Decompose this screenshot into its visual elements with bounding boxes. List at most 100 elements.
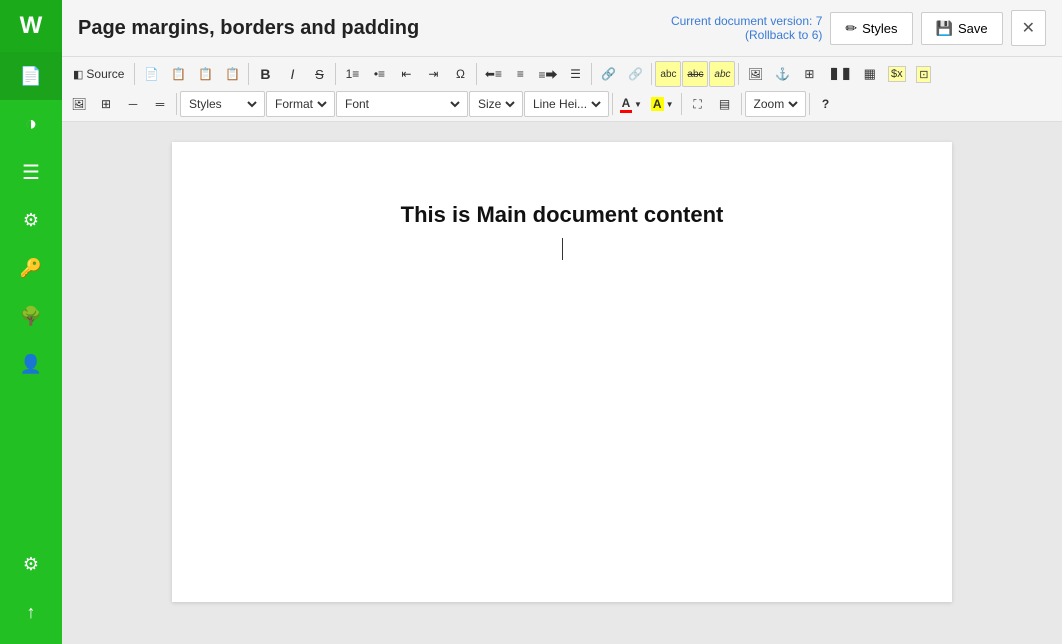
new-doc-button[interactable]: 📄 [138,61,164,87]
expand-button[interactable]: ⛶ [685,91,711,117]
format-select[interactable]: Format Bold Italic [271,96,330,112]
toolbar-row-1: ◧ Source 📄 📋 📋 📋 B I S 1≡ •≡ ⇤ [66,59,1058,89]
link-icon: 🔗 [601,67,616,81]
pencil-icon: ✏ [845,20,857,37]
editor-page[interactable]: This is Main document content [172,142,952,602]
version-info[interactable]: Current document version: 7 (Rollback to… [671,14,822,42]
styles-dropdown[interactable]: Styles Normal Heading 1 Heading 2 [180,91,265,117]
font-select[interactable]: Font Arial Times New Roman [341,96,463,112]
save-button[interactable]: 💾 Save [921,12,1003,45]
help-button[interactable]: ? [813,91,839,117]
source-button[interactable]: ◧ Source [66,61,131,87]
floppy-icon: 💾 [936,20,953,37]
line-height-dropdown[interactable]: Line Hei... 1 1.5 2 [524,91,609,117]
align-center-button[interactable]: ≡ [507,61,533,87]
zoom-dropdown[interactable]: Zoom 50% 75% 100% 125% 150% [745,91,806,117]
image-button[interactable]: 🖼 [742,61,768,87]
highlight-color-icon: A [651,97,664,111]
ordered-list-button[interactable]: 1≡ [339,61,365,87]
strikethrough-button[interactable]: S [306,61,332,87]
sidebar-item-settings2[interactable]: ⚙ [0,540,62,588]
app-logo: W [0,0,62,52]
outdent-button[interactable]: ⇤ [393,61,419,87]
blocks-icon: ▤ [719,97,730,111]
sidebar-item-settings[interactable]: ⚙ [0,196,62,244]
special-char-button[interactable]: Ω [447,61,473,87]
highlight-btn-3[interactable]: abc [709,61,735,87]
sidebar-item-document[interactable]: 📄 [0,52,62,100]
close-button[interactable]: ✕ [1011,10,1046,46]
grid-button[interactable]: ⊞ [93,91,119,117]
link-button[interactable]: 🔗 [595,61,621,87]
main-area: Page margins, borders and padding Curren… [62,0,1062,644]
qr-button[interactable]: ▦ [857,61,883,87]
key-icon: 🔑 [20,258,42,279]
qr-icon: ▦ [864,66,876,82]
export-icon: ↑ [27,602,36,623]
blocks-button[interactable]: ▤ [712,91,738,117]
strikethrough-icon: S [315,67,324,82]
highlight-btn-2[interactable]: abc [682,61,708,87]
paste-button[interactable]: 📋 [219,61,245,87]
separator-row2-5 [809,93,810,115]
bold-button[interactable]: B [252,61,278,87]
paste-icon: 📋 [225,67,240,81]
format-dropdown[interactable]: Format Bold Italic [266,91,335,117]
indent-button[interactable]: ⇥ [420,61,446,87]
align-right-button[interactable]: ≡⮕ [534,61,561,87]
styles-button-label: Styles [862,21,897,36]
unlink-button[interactable]: 🔗 [622,61,648,87]
sidebar: W 📄 ◑ ☰ ⚙ 🔑 🌳 👤 ⚙ ↑ [0,0,62,644]
separator-row2-4 [741,93,742,115]
separator-row2-1 [176,93,177,115]
header-right: Current document version: 7 (Rollback to… [671,10,1046,46]
size-select[interactable]: Size 8 10 12 14 [474,96,518,112]
new-doc-icon: 📄 [144,67,159,81]
font-dropdown[interactable]: Font Arial Times New Roman [336,91,468,117]
version-line2: (Rollback to 6) [671,28,822,42]
anchor-icon: ⚓ [775,67,790,81]
size-dropdown[interactable]: Size 8 10 12 14 [469,91,523,117]
table-button[interactable]: ⊞ [796,61,822,87]
barcode-icon: ▐▌▐▌ [827,69,851,80]
unordered-list-button[interactable]: •≡ [366,61,392,87]
anchor-button[interactable]: ⚓ [769,61,795,87]
highlight-btn-1[interactable]: abc [655,61,681,87]
widget-button[interactable]: ⊡ [911,61,937,87]
img-row-button[interactable]: 🖼 [66,91,92,117]
hr2-button[interactable]: ═ [147,91,173,117]
sidebar-item-user[interactable]: 👤 [0,340,62,388]
styles-button[interactable]: ✏ Styles [830,12,912,45]
document-icon: 📄 [20,66,42,87]
sidebar-item-tree[interactable]: 🌳 [0,292,62,340]
styles-select[interactable]: Styles Normal Heading 1 Heading 2 [185,96,260,112]
align-left-button[interactable]: ⬅≡ [480,61,506,87]
line-height-select[interactable]: Line Hei... 1 1.5 2 [529,96,604,112]
formula-button[interactable]: $x [884,61,910,87]
table-icon: ⊞ [804,67,814,81]
separator-row2-2 [612,93,613,115]
sidebar-item-contrast[interactable]: ◑ [0,100,62,148]
align-justify-button[interactable]: ☰ [562,61,588,87]
template-button[interactable]: 📋 [165,61,191,87]
barcode-button[interactable]: ▐▌▐▌ [823,61,855,87]
zoom-select[interactable]: Zoom 50% 75% 100% 125% 150% [750,96,801,112]
font-color-button[interactable]: A ▼ [616,91,646,117]
clipboard-button[interactable]: 📋 [192,61,218,87]
expand-icon: ⛶ [693,97,701,112]
editor-content[interactable]: This is Main document content [232,182,892,228]
page-title: Page margins, borders and padding [78,17,671,40]
logo-icon: W [20,12,43,40]
ol-icon: 1≡ [346,67,360,81]
editor-area[interactable]: This is Main document content [62,122,1062,644]
save-button-label: Save [958,21,988,36]
sidebar-item-export[interactable]: ↑ [0,588,62,636]
italic-button[interactable]: I [279,61,305,87]
hr-button[interactable]: ─ [120,91,146,117]
highlight-color-button[interactable]: A ▼ [647,91,678,117]
sidebar-item-list[interactable]: ☰ [0,148,62,196]
align-center-icon: ≡ [517,67,524,81]
grid-icon: ⊞ [101,97,111,111]
sidebar-item-key[interactable]: 🔑 [0,244,62,292]
special-char-icon: Ω [456,67,465,81]
